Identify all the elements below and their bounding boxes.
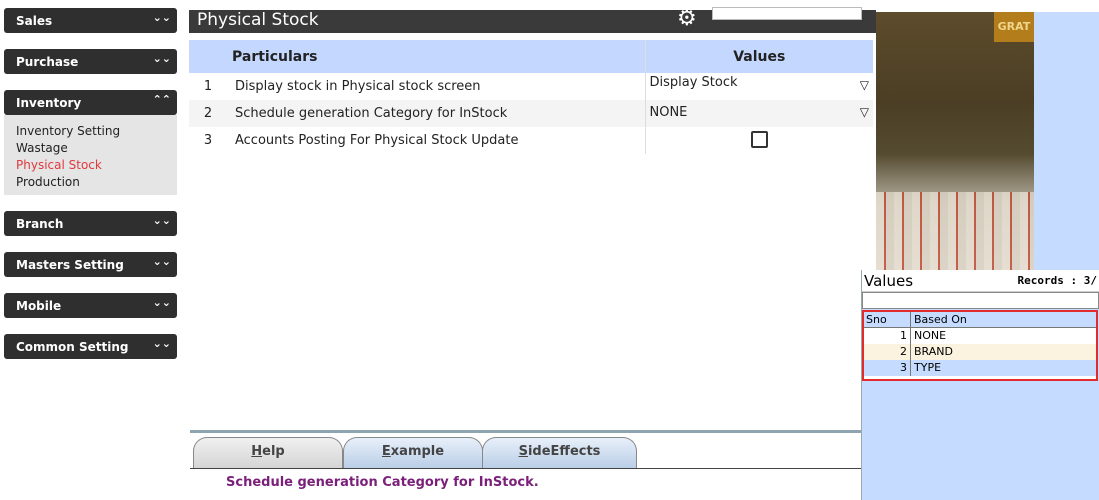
tab-example[interactable]: Example [343, 437, 483, 469]
tabs-base-rule [190, 468, 861, 469]
menu-label: Inventory [16, 96, 82, 110]
posting-checkbox[interactable] [750, 131, 768, 148]
tab-help-label: elp [262, 444, 285, 459]
menu-label: Mobile [16, 299, 62, 313]
title-bar: Physical Stock ⚙ [189, 6, 876, 33]
records-count: Records : 3/ [1017, 274, 1097, 287]
tab-example-accesskey: E [381, 444, 391, 459]
chevron-double-up-icon: ⌃⌃ [152, 93, 171, 106]
menu-branch[interactable]: Branch ⌄⌄ [4, 211, 177, 236]
sidebar: Sales ⌄⌄ Purchase ⌄⌄ Inventory ⌃⌃ Invent… [0, 0, 185, 500]
item-based-on: NONE [914, 329, 947, 342]
submenu-item-production[interactable]: Production [16, 174, 177, 191]
chevron-double-down-icon: ⌄⌄ [152, 52, 171, 65]
menu-purchase[interactable]: Purchase ⌄⌄ [4, 49, 177, 74]
list-item[interactable]: 3 TYPE [864, 360, 1096, 376]
list-item[interactable]: 1 NONE [864, 328, 1096, 344]
item-sno: 1 [864, 328, 911, 344]
column-sno: Sno [864, 312, 911, 327]
inventory-submenu: Inventory Setting Wastage Physical Stock… [4, 115, 177, 195]
menu-label: Common Setting [16, 340, 129, 354]
popup-title: Values [864, 272, 914, 290]
chevron-double-down-icon: ⌄⌄ [152, 296, 171, 309]
triangle-down-icon[interactable]: ▽ [860, 78, 869, 92]
popup-header: Values Records : 3/ [862, 270, 1099, 292]
chevron-double-down-icon: ⌄⌄ [152, 11, 171, 24]
table-row[interactable]: 1 Display stock in Physical stock screen… [189, 73, 873, 100]
row-number: 3 [203, 133, 213, 148]
item-based-on: TYPE [914, 361, 942, 374]
menu-label: Sales [16, 14, 53, 28]
menu-label: Purchase [16, 55, 79, 69]
table-header: Particulars Values [189, 40, 873, 73]
popup-list-header: Sno Based On [864, 312, 1096, 328]
table-row[interactable]: 3 Accounts Posting For Physical Stock Up… [189, 127, 873, 154]
submenu-item-physical-stock[interactable]: Physical Stock [16, 157, 177, 174]
tab-example-label: xample [390, 444, 445, 459]
header-particulars: Particulars [227, 40, 645, 73]
menu-common-setting[interactable]: Common Setting ⌄⌄ [4, 334, 177, 359]
header-values: Values [644, 40, 873, 73]
search-input[interactable] [712, 7, 862, 20]
dropdown-value: Display Stock [649, 75, 738, 90]
submenu-item-inventory-setting[interactable]: Inventory Setting [16, 123, 177, 140]
right-panel-bg [1034, 12, 1099, 270]
values-popup: Values Records : 3/ Sno Based On 1 NONE … [861, 270, 1099, 500]
row-particular: Display stock in Physical stock screen [235, 79, 481, 94]
menu-mobile[interactable]: Mobile ⌄⌄ [4, 293, 177, 318]
column-based-on: Based On [914, 313, 967, 326]
row-number: 1 [203, 79, 213, 94]
submenu-item-wastage[interactable]: Wastage [16, 140, 177, 157]
menu-label: Masters Setting [16, 258, 124, 272]
popup-list: Sno Based On 1 NONE 2 BRAND 3 TYPE [862, 310, 1098, 381]
gear-icon[interactable]: ⚙ [677, 6, 697, 31]
chevron-double-down-icon: ⌄⌄ [152, 337, 171, 350]
tab-side-accesskey: S [518, 444, 528, 459]
tab-side-effects[interactable]: SideEffects [482, 437, 637, 469]
row-particular: Accounts Posting For Physical Stock Upda… [235, 133, 519, 148]
tab-help[interactable]: Help [193, 437, 343, 469]
value-dropdown[interactable]: NONE ▽ [644, 100, 873, 127]
settings-table: Particulars Values 1 Display stock in Ph… [189, 40, 873, 154]
help-text: Schedule generation Category for InStock… [226, 475, 539, 490]
menu-masters-setting[interactable]: Masters Setting ⌄⌄ [4, 252, 177, 277]
row-number: 2 [189, 100, 227, 127]
menu-sales[interactable]: Sales ⌄⌄ [4, 8, 177, 33]
chevron-double-down-icon: ⌄⌄ [152, 255, 171, 268]
dropdown-value: NONE [649, 105, 688, 120]
product-photo: GRAT [876, 12, 1034, 270]
menu-label: Branch [16, 217, 64, 231]
store-sign: GRAT [994, 12, 1034, 42]
item-based-on: BRAND [914, 345, 953, 358]
chevron-double-down-icon: ⌄⌄ [152, 214, 171, 227]
header-no [189, 40, 227, 73]
item-sno: 2 [864, 344, 911, 360]
table-row[interactable]: 2 Schedule generation Category for InSto… [189, 100, 873, 127]
row-particular: Schedule generation Category for InStock [227, 100, 645, 127]
tab-help-accesskey: H [251, 444, 263, 459]
list-item[interactable]: 2 BRAND [864, 344, 1096, 360]
menu-inventory[interactable]: Inventory ⌃⌃ [4, 90, 177, 115]
item-sno: 3 [864, 360, 911, 376]
triangle-down-icon[interactable]: ▽ [860, 105, 869, 119]
tab-side-label: ideEffects [527, 444, 601, 459]
tabs-top-rule [190, 430, 861, 433]
page-title: Physical Stock [197, 10, 319, 30]
value-checkbox-cell [644, 127, 873, 154]
value-dropdown[interactable]: Display Stock ▽ [644, 73, 873, 100]
popup-filter-input[interactable] [862, 292, 1099, 309]
